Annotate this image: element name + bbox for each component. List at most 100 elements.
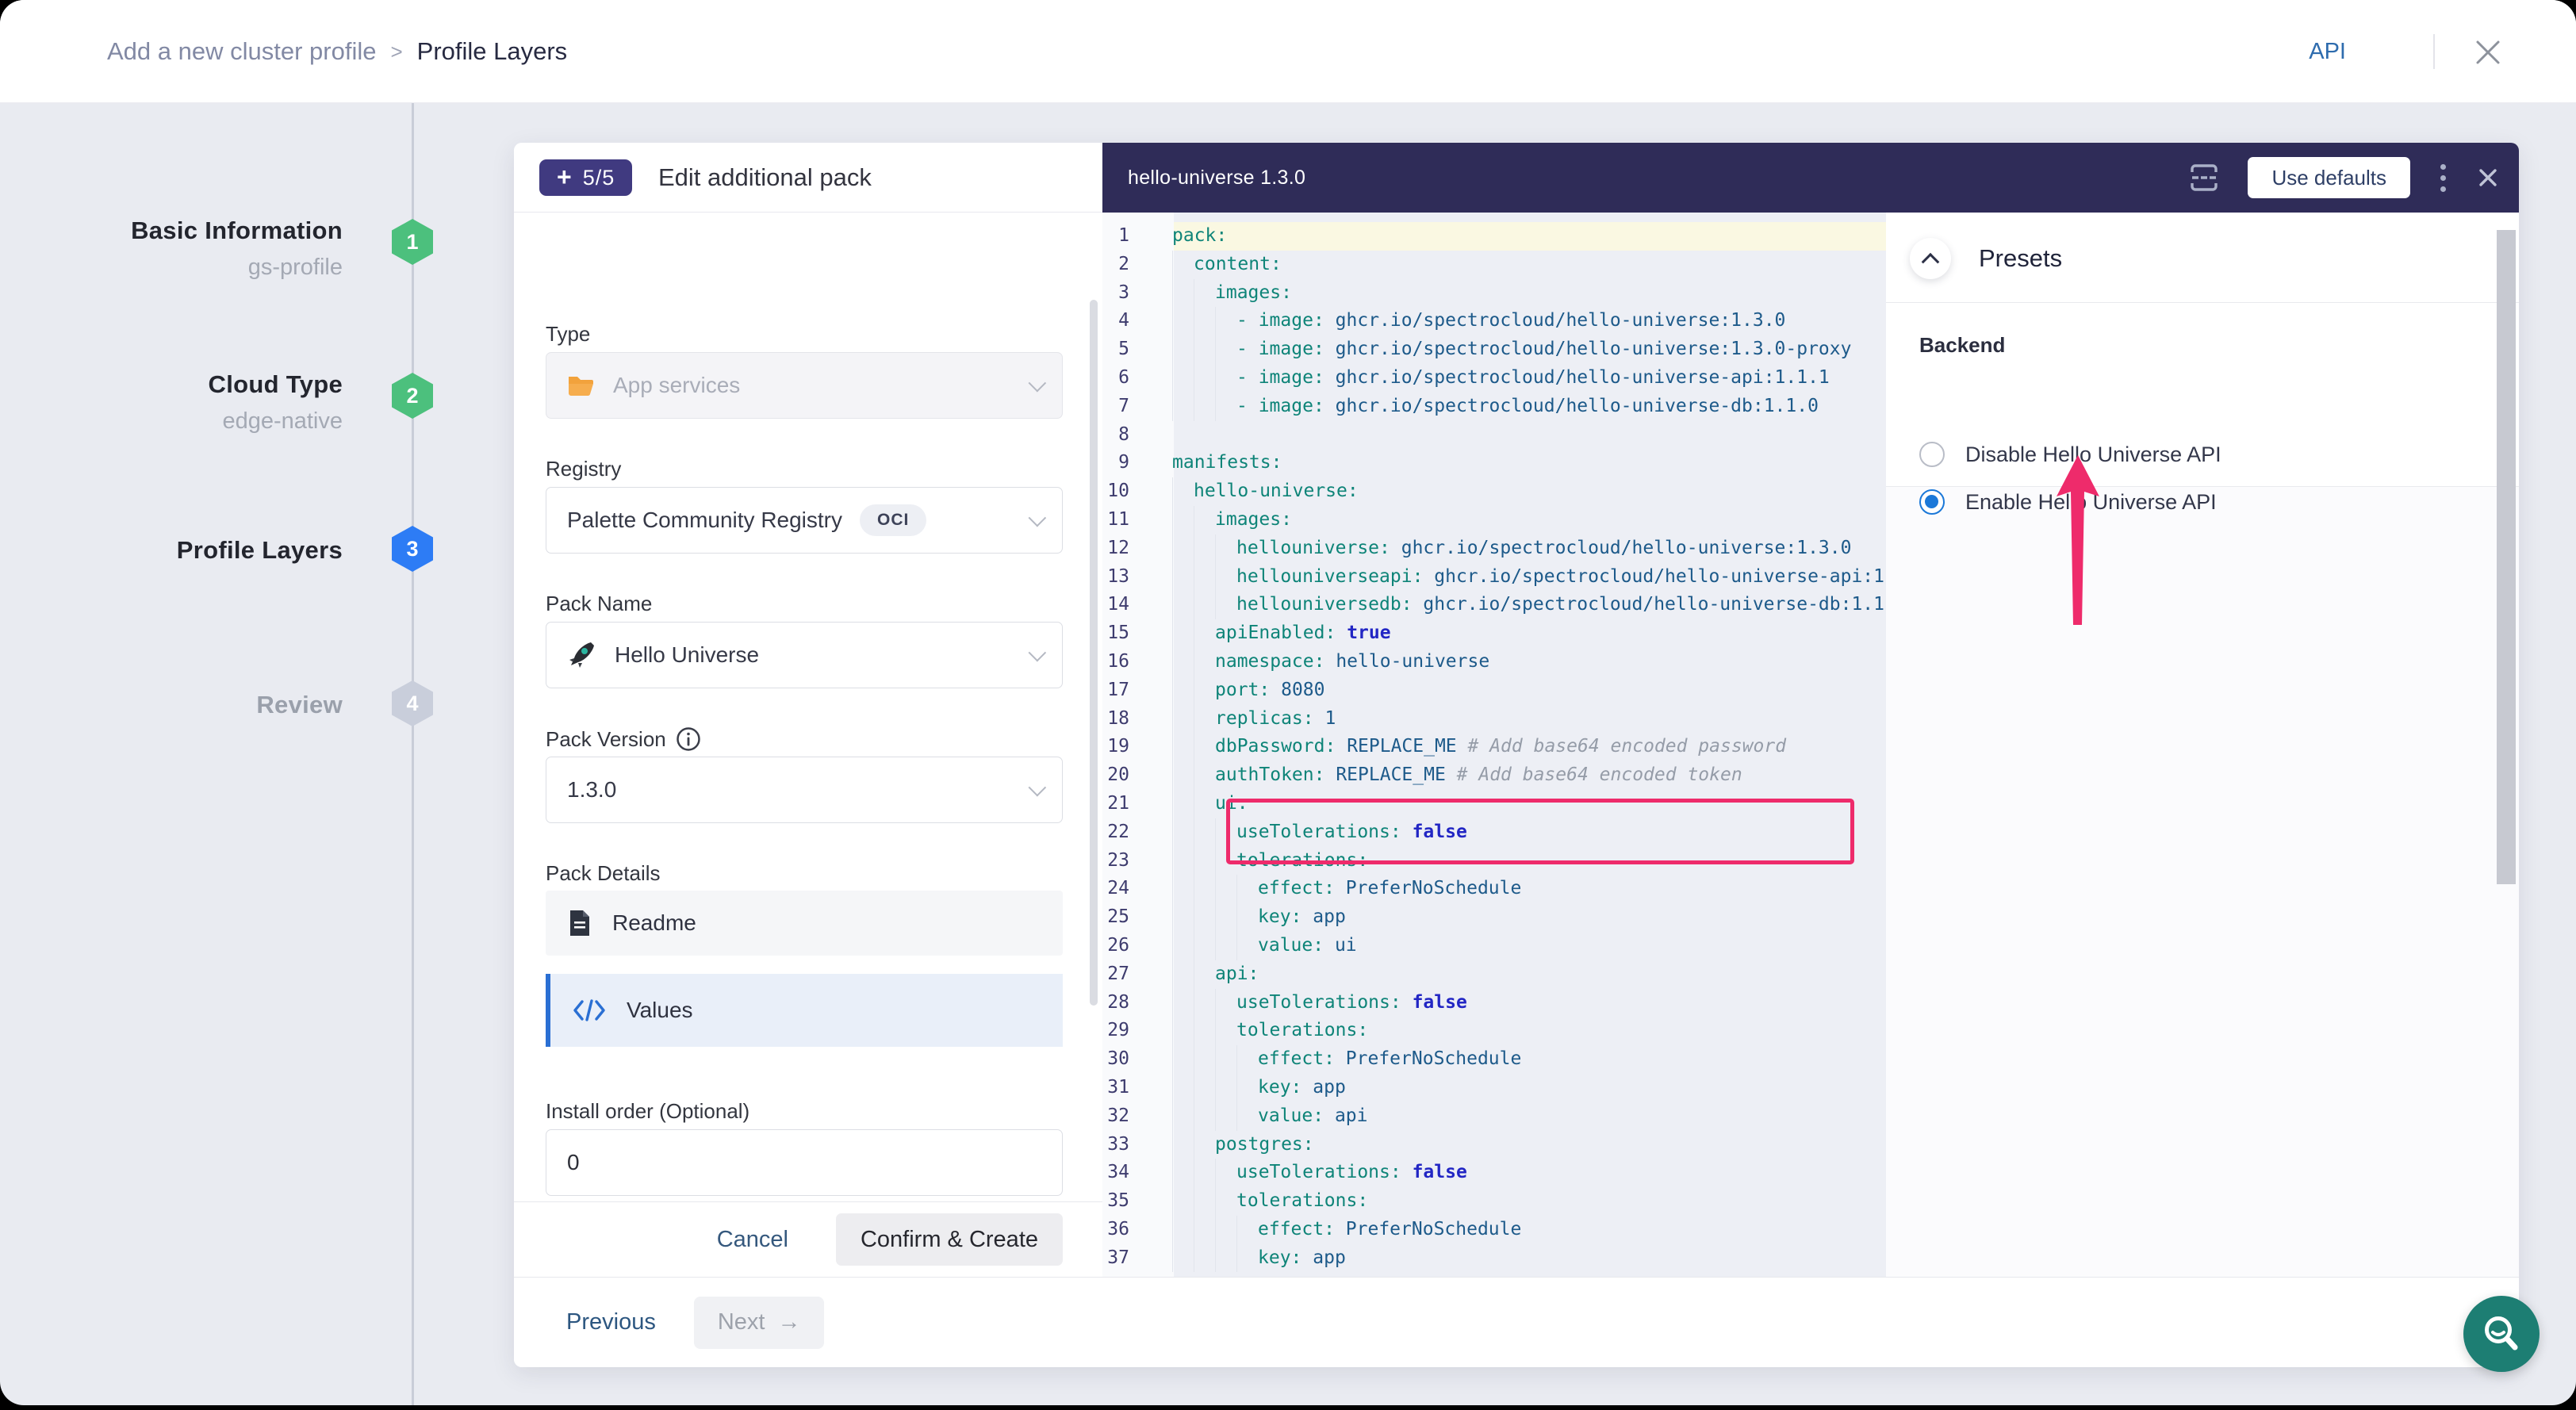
- tab-readme[interactable]: Readme: [546, 891, 1063, 956]
- collapse-presets-button[interactable]: [1910, 238, 1951, 279]
- form-footer: Cancel Confirm & Create: [514, 1201, 1102, 1277]
- line-content: hellouniverseapi: ghcr.io/spectrocloud/h…: [1152, 563, 1886, 592]
- code-icon: [573, 998, 606, 1022]
- radio-unselected-icon[interactable]: [1919, 442, 1945, 467]
- close-wizard-icon[interactable]: [2473, 37, 2503, 67]
- breadcrumb-parent-link[interactable]: Add a new cluster profile: [107, 37, 376, 66]
- code-line-2: 2content:: [1102, 251, 1886, 279]
- code-line-30: 30effect: PreferNoSchedule: [1102, 1045, 1886, 1074]
- line-number: 13: [1102, 563, 1152, 592]
- support-search-fab[interactable]: [2463, 1296, 2540, 1372]
- chevron-down-icon: [1029, 509, 1047, 527]
- app-window: Add a new cluster profile > Profile Laye…: [0, 0, 2576, 1405]
- magnifier-smile-icon: [2480, 1312, 2523, 1355]
- arrow-right-icon: →: [777, 1309, 800, 1335]
- info-icon[interactable]: [676, 726, 701, 752]
- step-badge-4[interactable]: 4: [392, 680, 433, 726]
- line-number: 23: [1102, 847, 1152, 876]
- pack-count-badge: + 5/5: [539, 159, 632, 196]
- line-number: 2: [1102, 251, 1152, 279]
- line-content: tolerations:: [1152, 1017, 1886, 1045]
- previous-button[interactable]: Previous: [566, 1309, 656, 1335]
- line-content: namespace: hello-universe: [1152, 648, 1886, 676]
- line-content: dbPassword: REPLACE_ME # Add base64 enco…: [1152, 733, 1886, 761]
- tab-values[interactable]: Values: [546, 974, 1063, 1047]
- install-order-input[interactable]: [546, 1129, 1063, 1196]
- line-number: 27: [1102, 960, 1152, 989]
- line-number: 4: [1102, 307, 1152, 335]
- line-content: tolerations:: [1152, 847, 1886, 876]
- code-line-36: 36effect: PreferNoSchedule: [1102, 1216, 1886, 1244]
- code-line-3: 3images:: [1102, 279, 1886, 308]
- step-title: Basic Information: [41, 216, 343, 245]
- pack-version-value: 1.3.0: [567, 777, 616, 803]
- presets-divider: [1886, 302, 2519, 303]
- code-line-6: 6- image: ghcr.io/spectrocloud/hello-uni…: [1102, 364, 1886, 393]
- step-badge-1[interactable]: 1: [392, 219, 433, 265]
- line-number: 18: [1102, 705, 1152, 734]
- code-line-15: 15apiEnabled: true: [1102, 619, 1886, 648]
- pack-version-select[interactable]: 1.3.0: [546, 757, 1063, 823]
- registry-label: Registry: [546, 457, 621, 481]
- confirm-create-button[interactable]: Confirm & Create: [836, 1213, 1063, 1266]
- line-content: api:: [1152, 960, 1886, 989]
- registry-select[interactable]: Palette Community Registry OCI: [546, 487, 1063, 554]
- code-line-29: 29tolerations:: [1102, 1017, 1886, 1045]
- code-line-32: 32value: api: [1102, 1102, 1886, 1131]
- close-editor-icon[interactable]: [2476, 166, 2500, 190]
- code-line-18: 18replicas: 1: [1102, 705, 1886, 734]
- line-number: 29: [1102, 1017, 1152, 1045]
- presets-empty-area: [1886, 486, 2519, 1277]
- code-line-28: 28useTolerations: false: [1102, 989, 1886, 1017]
- editor-pack-title: hello-universe 1.3.0: [1128, 143, 1305, 213]
- line-content: useTolerations: false: [1152, 989, 1886, 1017]
- line-number: 7: [1102, 393, 1152, 421]
- pack-name-select[interactable]: Hello Universe: [546, 622, 1063, 688]
- form-scrollbar[interactable]: [1090, 300, 1098, 1006]
- folder-icon: [567, 374, 596, 397]
- next-button[interactable]: Next →: [694, 1297, 825, 1349]
- pack-version-label-text: Pack Version: [546, 727, 666, 752]
- code-line-14: 14hellouniversedb: ghcr.io/spectrocloud/…: [1102, 591, 1886, 619]
- code-line-34: 34useTolerations: false: [1102, 1159, 1886, 1187]
- code-line-22: 22useTolerations: false: [1102, 818, 1886, 847]
- code-line-25: 25key: app: [1102, 903, 1886, 932]
- line-content: - image: ghcr.io/spectrocloud/hello-univ…: [1152, 307, 1886, 335]
- line-content: effect: PreferNoSchedule: [1152, 1216, 1886, 1244]
- line-content: value: api: [1152, 1102, 1886, 1131]
- next-button-label: Next: [718, 1309, 765, 1335]
- diff-view-icon[interactable]: [2187, 161, 2221, 194]
- stepper-line: [412, 103, 414, 1405]
- line-number: 12: [1102, 534, 1152, 563]
- line-content: manifests:: [1152, 449, 1886, 477]
- yaml-editor[interactable]: 1pack:2content:3images:4- image: ghcr.io…: [1102, 213, 1886, 1277]
- step-subtitle: edge-native: [41, 408, 343, 435]
- line-number: 26: [1102, 932, 1152, 960]
- chevron-up-icon: [1922, 253, 1940, 271]
- wizard-footer: Previous Next →: [514, 1277, 2519, 1367]
- line-number: 36: [1102, 1216, 1152, 1244]
- step-badge-3[interactable]: 3: [392, 526, 433, 572]
- line-number: 21: [1102, 790, 1152, 818]
- line-content: - image: ghcr.io/spectrocloud/hello-univ…: [1152, 364, 1886, 393]
- line-content: images:: [1152, 279, 1886, 308]
- type-value: App services: [613, 373, 740, 398]
- api-link[interactable]: API: [2309, 0, 2346, 103]
- line-number: 17: [1102, 676, 1152, 705]
- chevron-down-icon: [1029, 644, 1047, 662]
- line-content: port: 8080: [1152, 676, 1886, 705]
- radio-selected-icon[interactable]: [1919, 489, 1945, 515]
- type-select[interactable]: App services: [546, 352, 1063, 419]
- more-options-icon[interactable]: [2437, 161, 2449, 195]
- step-badge-2[interactable]: 2: [392, 373, 433, 419]
- code-line-27: 27api:: [1102, 960, 1886, 989]
- use-defaults-button[interactable]: Use defaults: [2248, 157, 2410, 198]
- code-line-23: 23tolerations:: [1102, 847, 1886, 876]
- plus-icon: +: [557, 164, 572, 190]
- line-content: useTolerations: false: [1152, 818, 1886, 847]
- oci-badge: OCI: [860, 504, 926, 536]
- line-content: hello-universe:: [1152, 477, 1886, 506]
- cancel-button[interactable]: Cancel: [717, 1227, 788, 1253]
- editor-lines: 1pack:2content:3images:4- image: ghcr.io…: [1102, 222, 1886, 1272]
- modal-scrollbar[interactable]: [2497, 230, 2516, 884]
